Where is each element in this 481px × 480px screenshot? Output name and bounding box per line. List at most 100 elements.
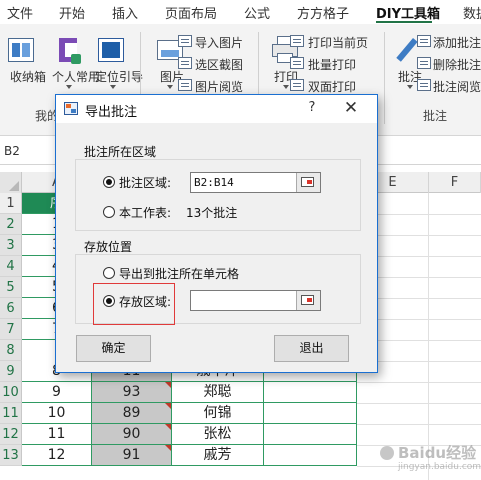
comment-dropdown-caret[interactable] xyxy=(407,85,413,89)
row-header[interactable]: 7 xyxy=(0,319,22,340)
row-header[interactable]: 1 xyxy=(0,193,22,214)
range-picker-button[interactable] xyxy=(296,173,320,192)
row-header[interactable]: 11 xyxy=(0,403,22,424)
store-area-picker-button[interactable] xyxy=(296,291,320,310)
option-store-area-label[interactable]: 存放区域: xyxy=(119,293,171,310)
import-image-item[interactable]: 导入图片 xyxy=(195,34,243,51)
name-box[interactable]: B2 xyxy=(4,144,20,158)
range-picker-icon xyxy=(301,177,314,187)
row-header[interactable]: 3 xyxy=(0,235,22,256)
screenshot-icon xyxy=(178,57,192,69)
cell-a-row10[interactable]: 9 xyxy=(22,382,92,403)
delete-comment-item[interactable]: 删除批注 xyxy=(433,56,481,73)
cell-d-row11[interactable] xyxy=(264,403,357,424)
cell-b-row10[interactable]: 93 xyxy=(92,382,172,403)
cell-d-row12[interactable] xyxy=(264,424,357,445)
add-comment-icon xyxy=(417,35,431,47)
option-export-to-cell-label[interactable]: 导出到批注所在单元格 xyxy=(119,265,239,282)
group-label-comment: 批注 xyxy=(423,109,448,123)
cell-b-row13[interactable]: 91 xyxy=(92,445,172,466)
row-header[interactable]: 10 xyxy=(0,382,22,403)
duplex-print-icon xyxy=(290,79,304,91)
ribbon-separator xyxy=(384,32,385,124)
exit-button[interactable]: 退出 xyxy=(274,335,349,362)
cell-d-row10[interactable] xyxy=(264,382,357,403)
duplex-print-item[interactable]: 双面打印 xyxy=(308,78,356,95)
cell-a-row11[interactable]: 10 xyxy=(22,403,92,424)
store-area-input[interactable] xyxy=(190,290,321,311)
row-header[interactable]: 12 xyxy=(0,424,22,445)
tab-home[interactable]: 开始 xyxy=(59,3,85,22)
cell-b-row11[interactable]: 89 xyxy=(92,403,172,424)
personal-common-icon[interactable] xyxy=(57,38,83,66)
active-tab-indicator xyxy=(376,21,432,23)
close-icon[interactable]: ✕ xyxy=(342,98,360,118)
personal-dropdown-caret[interactable] xyxy=(66,85,72,89)
tab-formulas[interactable]: 公式 xyxy=(244,3,270,22)
cell-c-row13[interactable]: 戚芳 xyxy=(172,445,264,466)
radio-store-area[interactable] xyxy=(103,295,115,307)
radio-comment-range[interactable] xyxy=(103,176,115,188)
batch-print-item[interactable]: 批量打印 xyxy=(308,56,356,73)
cell-c-row11[interactable]: 何锦 xyxy=(172,403,264,424)
comment-view-icon xyxy=(417,79,431,91)
tab-page-layout[interactable]: 页面布局 xyxy=(165,3,217,22)
row-header[interactable]: 6 xyxy=(0,298,22,319)
delete-comment-icon xyxy=(417,57,431,69)
comment-indicator xyxy=(165,382,171,388)
locate-guide-label[interactable]: 定位引导 xyxy=(95,68,143,85)
watermark-text: Baidu经验 xyxy=(398,444,477,462)
cell-d-row13[interactable] xyxy=(264,445,357,466)
comment-range-input[interactable]: B2:B14 xyxy=(190,172,321,193)
locate-guide-icon[interactable] xyxy=(98,38,126,66)
batch-print-icon xyxy=(290,57,304,69)
help-button[interactable]: ? xyxy=(305,100,319,115)
import-image-icon xyxy=(178,35,192,47)
dialog-titlebar[interactable]: 导出批注 ? ✕ xyxy=(56,95,377,123)
comment-indicator xyxy=(165,424,171,430)
tab-fangfang[interactable]: 方方格子 xyxy=(297,3,349,22)
cell-c-row12[interactable]: 张松 xyxy=(172,424,264,445)
option-comment-range-label[interactable]: 批注区域: xyxy=(119,174,171,191)
print-dropdown-caret[interactable] xyxy=(283,85,289,89)
row-header[interactable]: 9 xyxy=(0,361,22,382)
personal-common-label[interactable]: 个人常用 xyxy=(52,68,100,85)
select-all-corner[interactable] xyxy=(0,172,22,193)
collapse-box-label[interactable]: 收纳箱 xyxy=(10,68,46,85)
tab-insert[interactable]: 插入 xyxy=(112,3,138,22)
radio-export-to-cell[interactable] xyxy=(103,267,115,279)
section-comment-range-title: 批注所在区域 xyxy=(82,143,159,160)
image-view-item[interactable]: 图片阅览 xyxy=(195,78,243,95)
cell-b-row12[interactable]: 90 xyxy=(92,424,172,445)
option-current-sheet-label[interactable]: 本工作表: xyxy=(119,204,171,221)
tab-file[interactable]: 文件 xyxy=(7,3,33,22)
cell-a-row13[interactable]: 12 xyxy=(22,445,92,466)
cell-a-row12[interactable]: 11 xyxy=(22,424,92,445)
tab-diy-toolbox[interactable]: DIY工具箱 xyxy=(376,3,440,22)
ok-button[interactable]: 确定 xyxy=(76,335,151,362)
dialog-app-icon xyxy=(64,102,78,115)
row-header[interactable]: 2 xyxy=(0,214,22,235)
column-header-f[interactable]: F xyxy=(429,172,481,193)
section-storage-title: 存放位置 xyxy=(82,238,135,255)
locate-dropdown-caret[interactable] xyxy=(110,85,116,89)
selection-screenshot-item[interactable]: 选区截图 xyxy=(195,56,243,73)
image-dropdown-caret[interactable] xyxy=(167,85,173,89)
collapse-box-icon[interactable] xyxy=(8,38,36,64)
print-current-icon xyxy=(290,35,304,47)
print-current-page-item[interactable]: 打印当前页 xyxy=(308,34,368,51)
row-header[interactable]: 13 xyxy=(0,445,22,466)
tab-data[interactable]: 数据 xyxy=(463,3,481,22)
range-picker-icon xyxy=(301,295,314,305)
dialog-title: 导出批注 xyxy=(85,105,138,120)
watermark-url: jingyan.baidu.com xyxy=(398,462,481,472)
row-header[interactable]: 8 xyxy=(0,340,22,361)
comment-view-item[interactable]: 批注阅览 xyxy=(433,78,481,95)
cell-c-row10[interactable]: 郑聪 xyxy=(172,382,264,403)
row-header[interactable]: 4 xyxy=(0,256,22,277)
sheet-comment-count: 13个批注 xyxy=(186,206,238,220)
radio-current-sheet[interactable] xyxy=(103,206,115,218)
add-comment-item[interactable]: 添加批注 xyxy=(433,34,481,51)
row-header[interactable]: 5 xyxy=(0,277,22,298)
export-comments-dialog: 导出批注 ? ✕ 批注所在区域 批注区域: B2:B14 本工作表: 13个批注… xyxy=(55,94,378,373)
